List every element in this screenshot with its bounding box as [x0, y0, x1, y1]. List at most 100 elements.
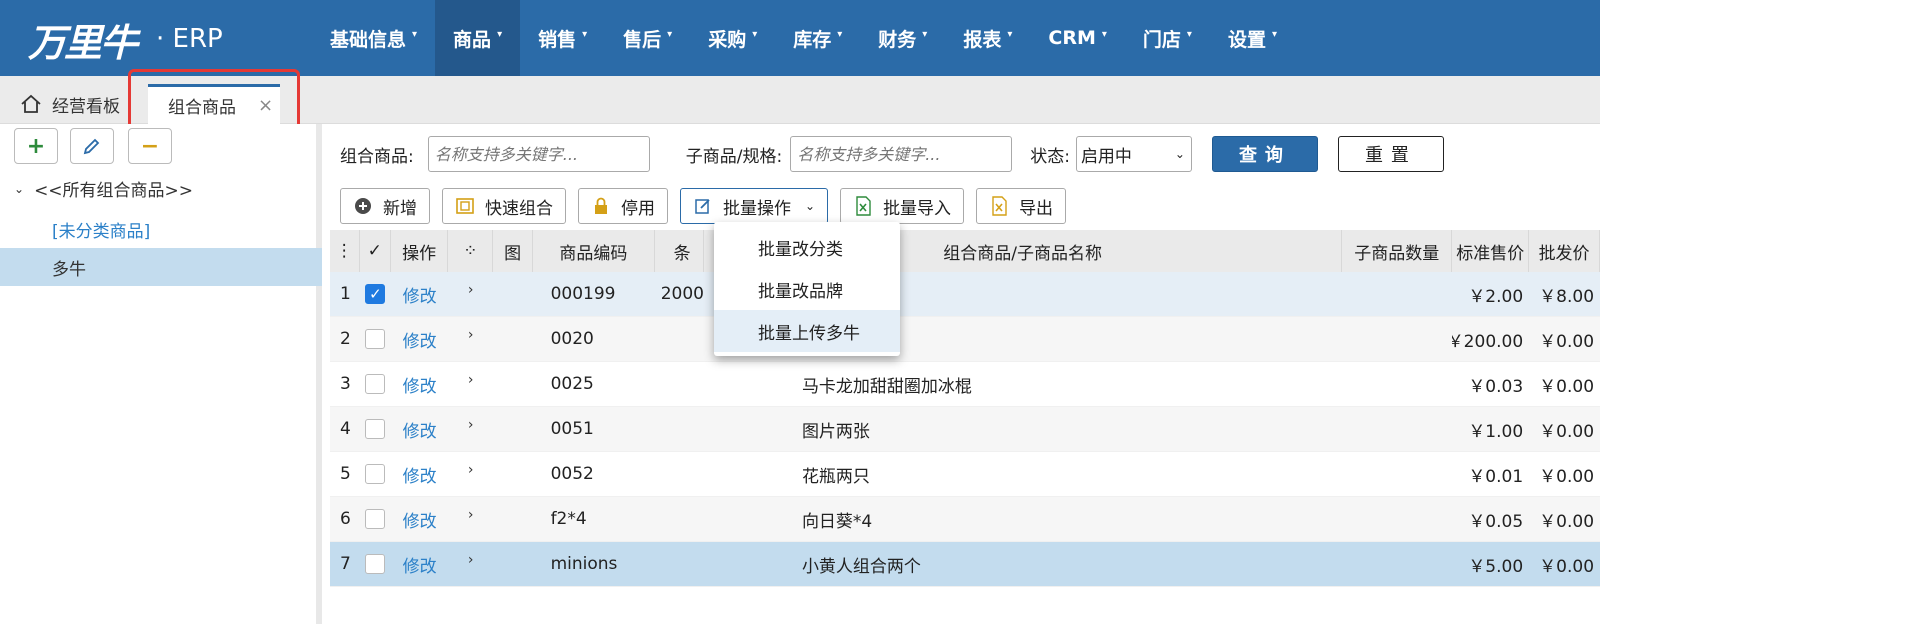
- delete-category-button[interactable]: −: [128, 128, 172, 164]
- chevron-right-icon[interactable]: ›: [468, 372, 474, 388]
- header-wholesale[interactable]: 批发价: [1529, 230, 1601, 272]
- nav-item[interactable]: 销售 ▾: [520, 0, 605, 76]
- edit-doc-icon: [693, 196, 713, 216]
- row-operation: 修改: [391, 317, 448, 361]
- row-code: minions: [550, 554, 618, 574]
- nav-item[interactable]: 报表 ▾: [945, 0, 1030, 76]
- nav-item[interactable]: 商品 ▾: [435, 0, 521, 76]
- edit-link[interactable]: 修改: [403, 327, 437, 352]
- tree-item-uncategorized[interactable]: [未分类商品]: [0, 210, 322, 248]
- row-checkbox[interactable]: [365, 509, 386, 529]
- row-expand[interactable]: ›: [448, 407, 493, 451]
- add-button-label: 新增: [383, 198, 417, 219]
- row-checkbox-cell[interactable]: [360, 362, 391, 406]
- row-checkbox-cell[interactable]: [360, 407, 391, 451]
- sub-goods-input[interactable]: [790, 136, 1013, 172]
- table-row[interactable]: 2修改›0020牛￥200.00￥0.00: [330, 317, 1600, 362]
- nav-item[interactable]: 财务 ▾: [860, 0, 945, 76]
- edit-link[interactable]: 修改: [403, 507, 437, 532]
- table-row[interactable]: 1 ✓ 修改 › 000199 2000 ￥2.00 ￥8.00: [330, 272, 1600, 317]
- edit-category-button[interactable]: [70, 128, 114, 164]
- disable-button[interactable]: 停用: [578, 188, 668, 224]
- column-menu-icon[interactable]: ⋮: [330, 230, 360, 272]
- chevron-right-icon[interactable]: ›: [468, 282, 474, 298]
- add-button[interactable]: 新增: [340, 188, 430, 224]
- batch-operation-button[interactable]: 批量操作 ⌄: [680, 188, 829, 224]
- combo-goods-table: ⋮ ✓ 操作 ⁘ 图 商品编码 条 组合商品/子商品名称 子商品数量 标准售价 …: [330, 230, 1601, 587]
- header-price[interactable]: 标准售价: [1452, 230, 1530, 272]
- nav-item[interactable]: 库存 ▾: [775, 0, 860, 76]
- header-check-all[interactable]: ✓: [360, 230, 392, 272]
- row-checkbox-cell[interactable]: ✓: [360, 272, 391, 316]
- status-select[interactable]: 启用中 ⌄: [1075, 136, 1192, 172]
- row-code: 0025: [550, 374, 594, 394]
- row-checkbox[interactable]: [365, 329, 386, 349]
- row-expand[interactable]: ›: [448, 272, 493, 316]
- row-expand[interactable]: ›: [448, 497, 493, 541]
- chevron-right-icon[interactable]: ›: [468, 327, 474, 343]
- row-checkbox[interactable]: [365, 554, 386, 574]
- chevron-down-icon: ▾: [837, 28, 843, 40]
- row-barcode: 2000: [660, 284, 704, 304]
- nav-item-label: 销售: [538, 28, 577, 51]
- row-operation: 修改: [391, 407, 448, 451]
- row-checkbox-cell[interactable]: [360, 452, 391, 496]
- nav-item[interactable]: 门店 ▾: [1125, 0, 1210, 76]
- batch-menu-item[interactable]: 批量改品牌: [714, 268, 900, 310]
- export-button-label: 导出: [1019, 198, 1054, 219]
- row-expand[interactable]: ›: [448, 542, 493, 586]
- row-operation: 修改: [391, 362, 448, 406]
- row-image: [493, 317, 532, 361]
- row-expand[interactable]: ›: [448, 317, 493, 361]
- row-checkbox-cell[interactable]: [360, 317, 391, 361]
- row-checkbox-cell[interactable]: [360, 497, 391, 541]
- header-barcode[interactable]: 条: [655, 230, 705, 272]
- table-row[interactable]: 3 修改 › 0025 马卡龙加甜甜圈加冰棍 ￥0.03 ￥0.00: [330, 362, 1600, 407]
- tab-dashboard[interactable]: 经营看板: [20, 84, 120, 124]
- row-expand[interactable]: ›: [448, 452, 493, 496]
- chevron-right-icon[interactable]: ›: [468, 417, 474, 433]
- query-button[interactable]: 查询: [1211, 136, 1318, 172]
- row-expand[interactable]: ›: [448, 362, 493, 406]
- row-count: [1342, 362, 1452, 406]
- row-checkbox[interactable]: ✓: [365, 284, 386, 304]
- edit-link[interactable]: 修改: [403, 417, 437, 442]
- nav-item[interactable]: 设置 ▾: [1210, 0, 1295, 76]
- nav-item[interactable]: 采购 ▾: [690, 0, 775, 76]
- nav-item[interactable]: 基础信息 ▾: [312, 0, 435, 76]
- tree-root-all[interactable]: ⌄ <<所有组合商品>>: [14, 176, 193, 201]
- edit-link[interactable]: 修改: [403, 372, 437, 397]
- table-row[interactable]: 4 修改 › 0051 图片两张 ￥1.00 ￥0.00: [330, 407, 1600, 452]
- batch-menu-item[interactable]: 批量改分类: [714, 226, 900, 268]
- chevron-right-icon[interactable]: ›: [468, 507, 474, 523]
- edit-link[interactable]: 修改: [403, 462, 437, 487]
- edit-link[interactable]: 修改: [403, 282, 437, 307]
- quick-combo-button[interactable]: 快速组合: [442, 188, 566, 224]
- export-button[interactable]: 导出: [976, 188, 1067, 224]
- table-row[interactable]: 7 修改 › minions 小黄人组合两个 ￥5.00 ￥0.00: [330, 542, 1600, 587]
- grid-icon[interactable]: ⁘: [448, 230, 494, 272]
- batch-menu-item[interactable]: 批量上传多牛: [714, 310, 900, 352]
- logo[interactable]: 万里牛 · ERP: [28, 12, 238, 65]
- nav-item-label: 商品: [453, 28, 492, 51]
- row-checkbox[interactable]: [365, 419, 386, 439]
- nav-item[interactable]: 售后 ▾: [605, 0, 690, 76]
- plus-icon: +: [26, 133, 46, 159]
- row-checkbox-cell[interactable]: [360, 542, 391, 586]
- batch-import-button[interactable]: 批量导入: [840, 188, 965, 224]
- add-category-button[interactable]: +: [14, 128, 58, 164]
- tree-item-duoniu[interactable]: 多牛: [0, 248, 322, 286]
- category-tree-panel: + − ⌄ <<所有组合商品>> [未分类商品] 多牛: [0, 124, 322, 624]
- chevron-right-icon[interactable]: ›: [468, 462, 474, 478]
- header-count[interactable]: 子商品数量: [1342, 230, 1453, 272]
- combo-name-input[interactable]: [427, 136, 650, 172]
- row-checkbox[interactable]: [365, 464, 386, 484]
- nav-item[interactable]: CRM ▾: [1030, 0, 1125, 76]
- reset-button[interactable]: 重置: [1337, 136, 1444, 172]
- table-row[interactable]: 6 修改 › f2*4 向日葵*4 ￥0.05 ￥0.00: [330, 497, 1600, 542]
- edit-link[interactable]: 修改: [403, 552, 437, 577]
- chevron-right-icon[interactable]: ›: [468, 552, 474, 568]
- header-code[interactable]: 商品编码: [533, 230, 655, 272]
- table-row[interactable]: 5 修改 › 0052 花瓶两只 ￥0.01 ￥0.00: [330, 452, 1600, 497]
- row-checkbox[interactable]: [365, 374, 386, 394]
